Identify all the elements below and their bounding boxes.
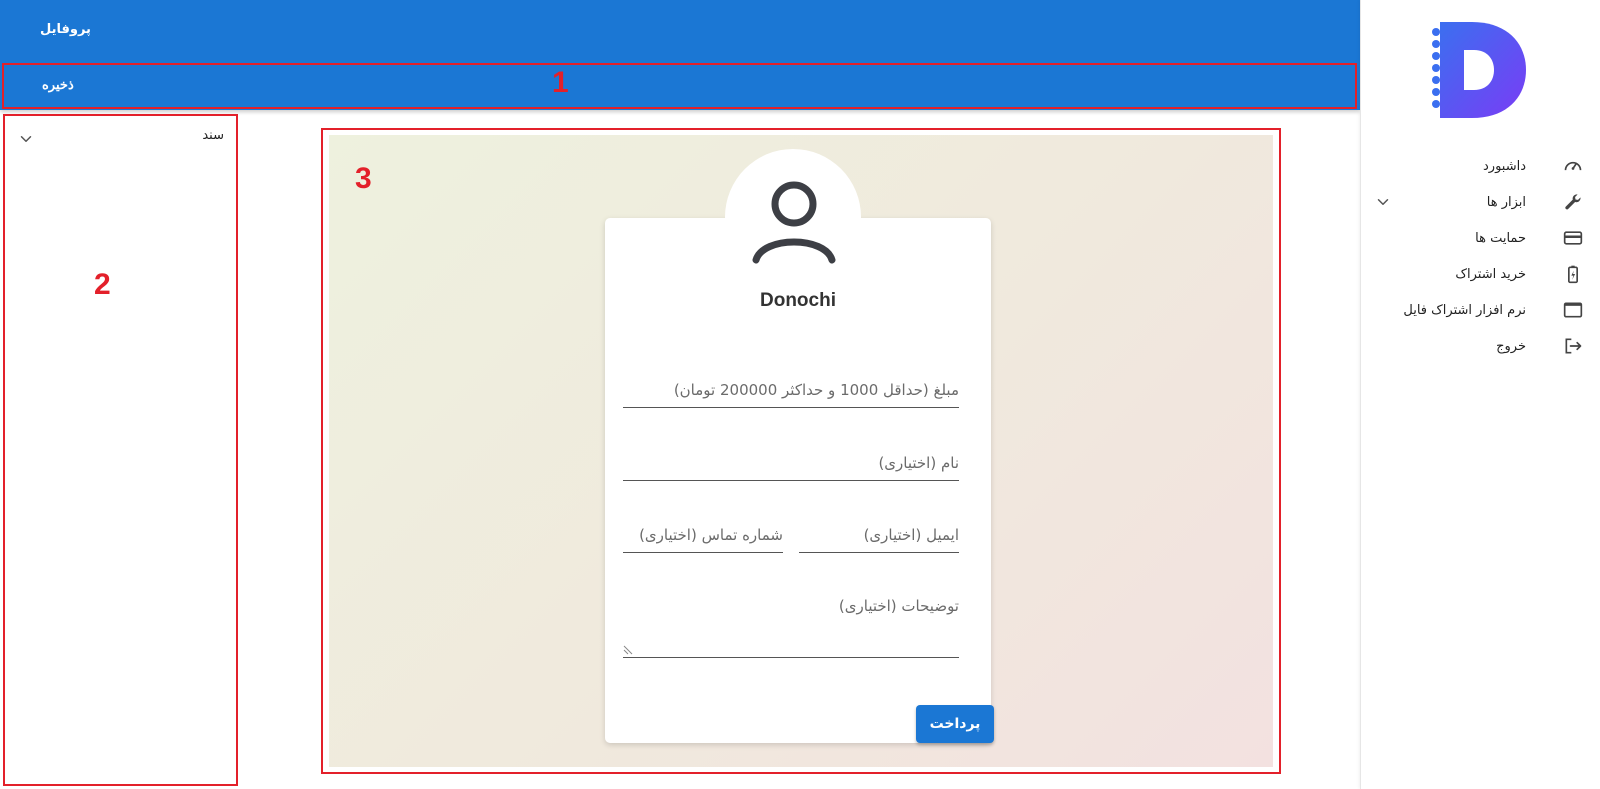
document-panel-title: سند xyxy=(202,128,224,143)
main-content-frame: 3 Donochi پرداخت xyxy=(321,128,1281,774)
email-input[interactable] xyxy=(799,526,959,552)
annotation-label-2: 2 xyxy=(94,268,111,301)
pay-button[interactable]: پرداخت xyxy=(916,705,994,743)
sidebar-item-subscription[interactable]: خرید اشتراک xyxy=(1360,256,1600,292)
page-title: پروفایل xyxy=(40,22,91,37)
user-icon xyxy=(752,181,836,264)
sidebar-item-file-sharing[interactable]: نرم افزار اشتراک فایل xyxy=(1360,292,1600,328)
amount-field xyxy=(623,380,959,408)
sidebar-item-label: خرید اشتراک xyxy=(1455,266,1526,282)
top-app-bar: پروفایل ذخیره xyxy=(0,0,1360,110)
name-field xyxy=(623,453,959,481)
window-icon xyxy=(1562,299,1584,321)
phone-field xyxy=(623,525,783,553)
save-button[interactable]: ذخیره xyxy=(42,77,74,93)
logo-icon xyxy=(1432,22,1526,118)
wrench-icon xyxy=(1562,191,1584,213)
amount-input[interactable] xyxy=(623,381,959,407)
profile-username: Donochi xyxy=(760,290,836,311)
email-field xyxy=(799,525,959,553)
annotation-label-1: 1 xyxy=(552,66,569,99)
sidebar-item-label: حمایت ها xyxy=(1475,230,1526,246)
description-field xyxy=(623,597,959,658)
annotation-label-3: 3 xyxy=(355,162,372,195)
sidebar-item-donations[interactable]: حمایت ها xyxy=(1360,220,1600,256)
credit-card-icon xyxy=(1562,227,1584,249)
description-textarea[interactable] xyxy=(623,597,959,653)
logout-icon xyxy=(1562,335,1584,357)
resize-grip-icon[interactable] xyxy=(623,645,633,655)
chevron-down-icon[interactable] xyxy=(17,130,35,148)
app-root: پروفایل ذخیره 1 سند 2 3 Donochi مبلغ (حد… xyxy=(0,0,1600,789)
sidebar-item-label: خروج xyxy=(1496,338,1526,354)
sidebar-item-label: ابزار ها xyxy=(1486,194,1526,210)
speedometer-icon xyxy=(1562,155,1584,177)
sidebar-item-tools[interactable]: ابزار ها xyxy=(1360,184,1600,220)
battery-charging-icon xyxy=(1562,263,1584,285)
sidebar-menu: داشبورد ابزار ها حمایت ها خرید اشتراک نر… xyxy=(1360,148,1600,364)
navigation-sidebar: داشبورد ابزار ها حمایت ها خرید اشتراک نر… xyxy=(1360,0,1600,789)
name-input[interactable] xyxy=(623,454,959,480)
sidebar-item-label: داشبورد xyxy=(1483,158,1526,174)
chevron-down-icon[interactable] xyxy=(1374,193,1392,211)
document-panel: سند xyxy=(3,114,238,786)
sidebar-item-label: نرم افزار اشتراک فایل xyxy=(1403,302,1526,318)
sidebar-item-dashboard[interactable]: داشبورد xyxy=(1360,148,1600,184)
action-toolbar: ذخیره xyxy=(2,63,1357,109)
sidebar-item-logout[interactable]: خروج xyxy=(1360,328,1600,364)
phone-input[interactable] xyxy=(623,526,783,552)
